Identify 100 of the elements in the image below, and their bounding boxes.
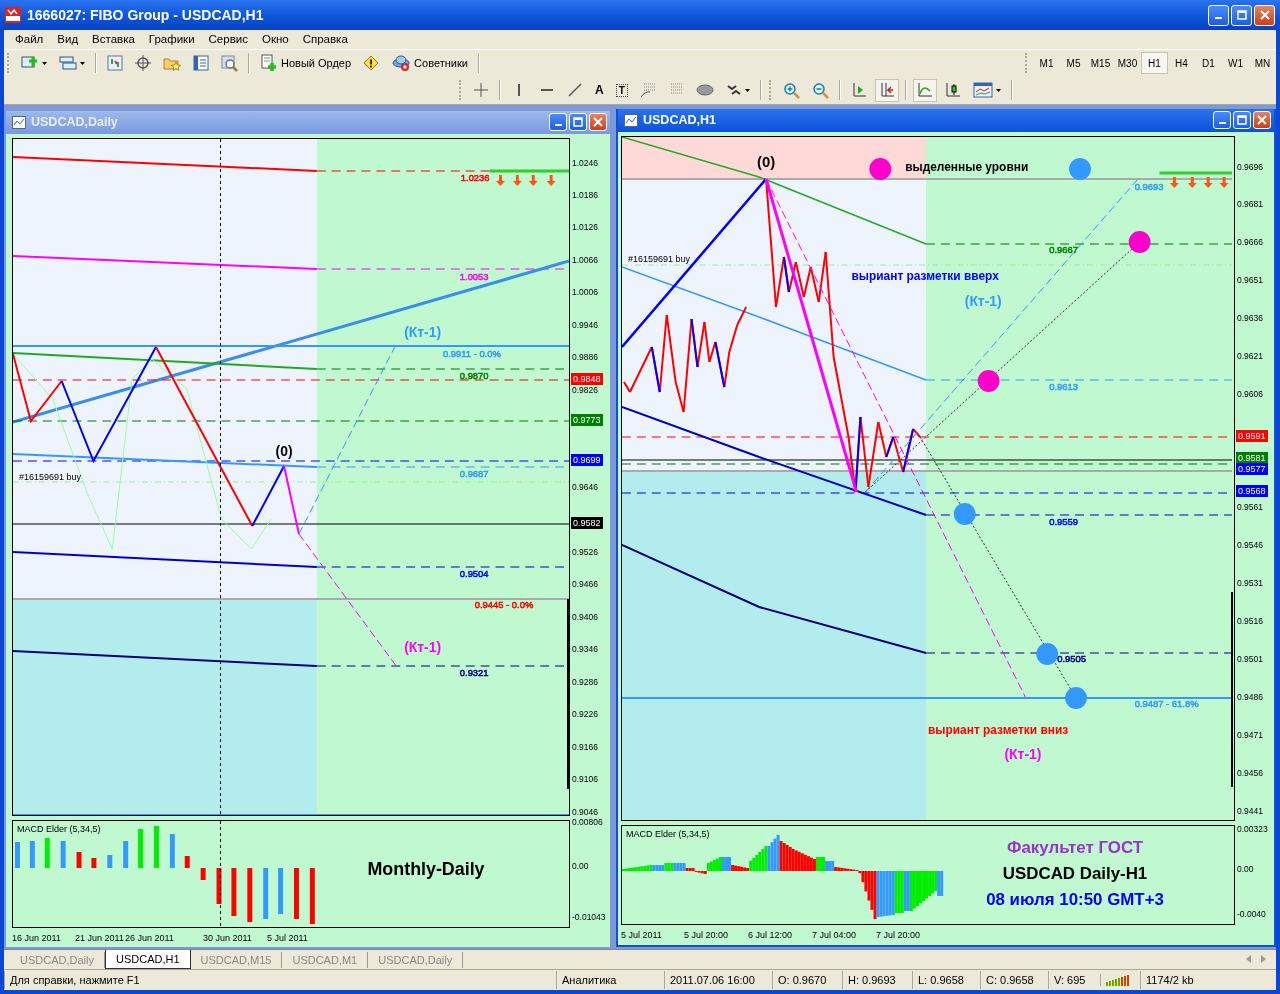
menu-item[interactable]: Сервис (201, 33, 255, 46)
time-tick-label: 26 Jun 2011 (125, 932, 174, 943)
level-label: 0.9687 (459, 467, 489, 479)
timeframe-button[interactable]: M15 (1087, 52, 1114, 75)
price-badge: 0.9582 (571, 516, 603, 529)
timeframe-button[interactable]: M30 (1114, 52, 1141, 75)
order-label: #16159691 buy (628, 253, 691, 264)
experts-button[interactable]: Советники (387, 51, 472, 75)
timeframe-button[interactable]: H4 (1168, 52, 1195, 75)
time-tick-label: 16 Jun 2011 (12, 932, 61, 943)
indicator-tick-label: -0.0040 (1237, 908, 1266, 919)
price-tick-label: 0.9621 (1237, 350, 1263, 361)
price-tick-label: 0.9526 (572, 546, 598, 557)
indicator-name: MACD Elder (5,34,5) (17, 823, 101, 834)
price-tick-label: 0.9501 (1237, 654, 1263, 664)
price-tick-label: 0.9046 (572, 806, 598, 817)
timeframe-button[interactable]: H1 (1141, 52, 1168, 75)
price-tick-label: 0.9516 (1237, 616, 1263, 627)
level-label: 0.9445 - 0.0% (474, 598, 534, 610)
status-help-text: Для справки, нажмите F1 (4, 970, 556, 989)
time-tick-label: 30 Jun 2011 (203, 932, 252, 943)
price-tick-label: 1.0126 (572, 222, 598, 233)
price-tick-label: 0.9166 (572, 741, 598, 752)
price-tick-label: 0.9531 (1237, 578, 1263, 589)
status-open: O: 0.9670 (772, 970, 842, 989)
price-tick-label: 0.9561 (1237, 502, 1263, 513)
timeframe-button[interactable]: D1 (1195, 52, 1222, 75)
price-tick-label: 0.9636 (1237, 313, 1263, 324)
indicator-tick-label: 0.00806 (572, 816, 603, 827)
price-tick-label: 1.0066 (572, 254, 598, 265)
time-tick-label: 5 Jul 20:00 (684, 929, 729, 940)
price-tick-label: 0.9826 (572, 384, 598, 395)
price-tick-label: 1.0246 (572, 157, 598, 168)
menu-item[interactable]: Справка (295, 33, 355, 46)
chart-tab[interactable]: USDCAD,H1 (104, 949, 191, 969)
level-label: 0.9504 (459, 567, 489, 579)
price-tick-label: 0.9666 (1237, 237, 1263, 248)
level-label: 0.9487 - 61.8% (1134, 697, 1199, 709)
price-tick-label: 0.9546 (1237, 540, 1263, 551)
status-high: H: 0.9693 (842, 970, 912, 989)
price-tick-label: 0.9406 (572, 611, 598, 622)
price-tick-label: 0.9226 (572, 709, 598, 720)
menu-item[interactable]: Графики (141, 33, 202, 46)
price-tick-label: 0.9606 (1237, 388, 1263, 399)
status-close: C: 0.9658 (980, 970, 1048, 989)
level-label: 0.9693 (1134, 180, 1164, 192)
text-label-tool-button[interactable]: T (611, 78, 632, 102)
chart-window-title: USDCAD,H1 (643, 113, 717, 128)
order-label: #16159691 buy (19, 471, 82, 482)
price-badge: 0.9568 (1236, 484, 1268, 497)
indicator-tick-label: -0.01043 (572, 911, 606, 922)
time-tick-label: 7 Jul 04:00 (812, 929, 857, 940)
price-tick-label: 0.9456 (1237, 767, 1263, 778)
chart-annotation: (Кт-1) (404, 638, 442, 655)
level-label: 0.9559 (1049, 515, 1079, 527)
price-badge: 0.9773 (571, 413, 603, 426)
time-tick-label: 6 Jul 12:00 (748, 929, 793, 940)
time-tick-label: 7 Jul 20:00 (876, 929, 921, 940)
chart-annotation: (Кт-1) (964, 292, 1002, 309)
chart-annotation: (Кт-1) (1004, 745, 1042, 762)
status-low: L: 0.9658 (912, 970, 980, 989)
indicator-tick-label: 0.00323 (1237, 823, 1268, 834)
chart-annotation: выриант разметки вниз (928, 722, 1069, 737)
level-label: 0.9505 (1057, 652, 1086, 664)
time-tick-label: 5 Jul 2011 (621, 929, 662, 940)
price-tick-label: 0.9466 (572, 579, 598, 590)
chart-caption: USDCAD Daily-H1 (1002, 863, 1148, 883)
price-tick-label: 0.9681 (1237, 199, 1263, 210)
time-tick-label: 5 Jul 2011 (267, 932, 308, 943)
indicator-tick-label: 0.00 (1237, 863, 1254, 874)
status-traffic: 1174/2 kb (1140, 970, 1230, 989)
level-label: 0.9321 (459, 666, 489, 678)
menu-item[interactable]: Вид (50, 33, 86, 46)
price-badge: 0.9848 (571, 372, 603, 385)
price-tick-label: 0.9106 (572, 774, 598, 785)
chart-annotation: (Кт-1) (404, 323, 442, 340)
status-time: 2011.07.06 16:00 (664, 970, 772, 989)
new-order-button[interactable]: Новый Ордер (256, 51, 356, 75)
chart-annotation: (0) (756, 152, 776, 170)
window-title: 1666027: FIBO Group - USDCAD,H1 (27, 7, 265, 23)
price-tick-label: 0.9651 (1237, 275, 1263, 286)
price-tick-label: 0.9286 (572, 676, 598, 687)
price-tick-label: 0.9696 (1237, 161, 1263, 172)
price-tick-label: 0.9346 (572, 644, 598, 655)
level-label: 0.9870 (459, 369, 489, 381)
level-label: 0.9613 (1049, 380, 1079, 392)
chart-annotation: (0) (275, 442, 293, 459)
timeframe-button[interactable]: MN (1249, 52, 1276, 75)
indicator-tick-label: 0.00 (572, 860, 589, 871)
menu-item[interactable]: Файл (8, 33, 51, 46)
timeframe-button[interactable]: M1 (1033, 52, 1060, 75)
menu-item[interactable]: Окно (254, 33, 296, 46)
menu-item[interactable]: Вставка (85, 33, 142, 46)
text-tool-button[interactable]: A (591, 78, 608, 102)
timeframe-button[interactable]: W1 (1222, 52, 1249, 75)
timeframe-button[interactable]: M5 (1060, 52, 1087, 75)
price-tick-label: 1.0006 (572, 287, 598, 298)
chart-caption: Факультет ГОСТ (1007, 837, 1144, 857)
level-label: 1.0053 (459, 270, 489, 282)
level-label: 0.9911 - 0.0% (442, 347, 501, 359)
